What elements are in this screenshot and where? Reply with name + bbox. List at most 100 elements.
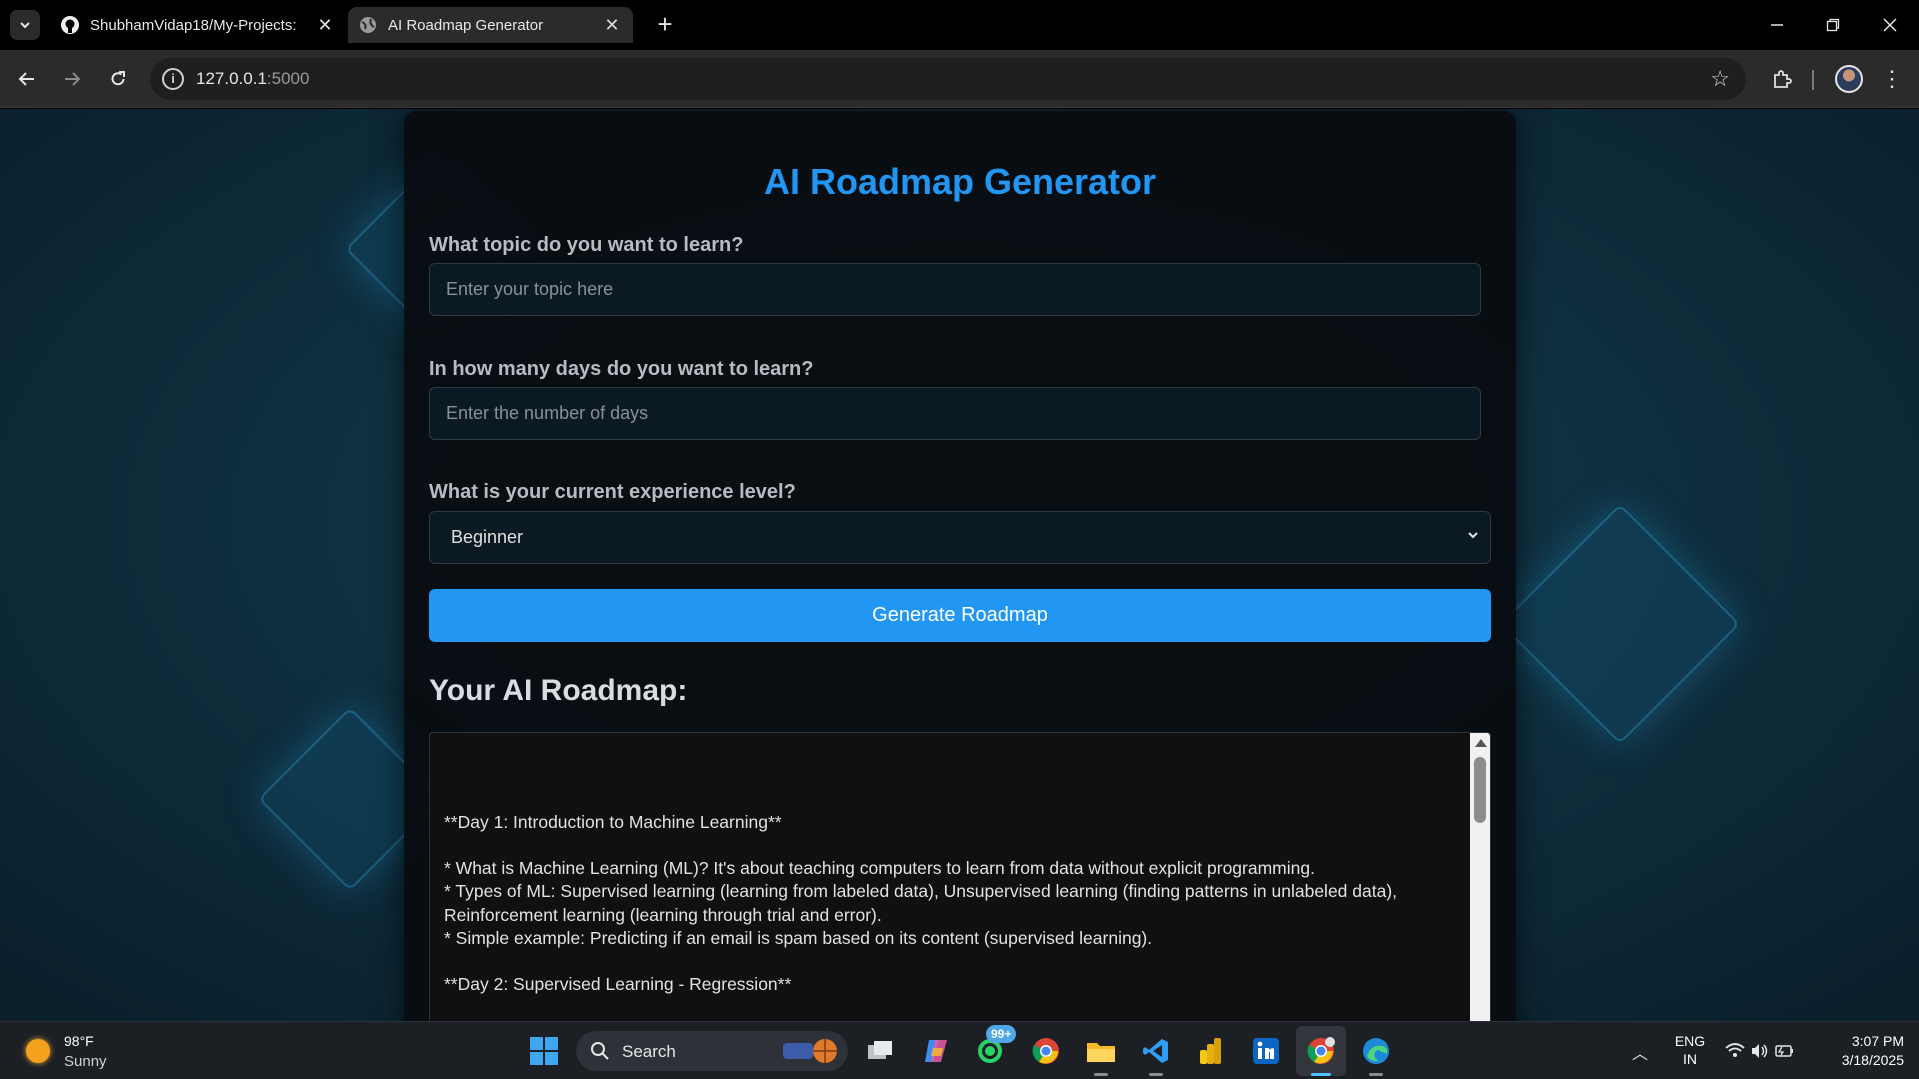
page-title: AI Roadmap Generator [763,161,1157,202]
extensions-button[interactable] [1767,64,1797,94]
wifi-icon [1725,1043,1745,1057]
file-explorer-button[interactable] [1083,1033,1119,1069]
page-viewport: AI Roadmap Generator What topic do you w… [0,109,1919,1021]
close-tab-icon[interactable]: ✕ [601,14,623,36]
new-tab-button[interactable]: + [652,11,678,38]
browser-toolbar: i 127.0.0.1:5000 ☆ ⋮ [0,50,1919,108]
close-window-button[interactable] [1873,10,1907,40]
system-clock[interactable]: 3:07 PM 3/18/2025 [1804,1032,1904,1070]
search-highlight-icon [783,1039,837,1063]
output-scrollbar[interactable] [1470,733,1490,1021]
chrome-icon [1032,1038,1059,1064]
weather-temperature: 98°F [64,1033,94,1049]
copilot-button[interactable] [918,1033,954,1069]
globe-icon [358,15,378,35]
language-code: ENG [1674,1033,1706,1049]
clock-time: 3:07 PM [1851,1033,1904,1049]
roadmap-line: **Day 1: Introduction to Machine Learnin… [444,812,782,832]
task-view-button[interactable] [862,1033,898,1069]
close-tab-icon[interactable]: ✕ [314,14,336,36]
chrome-icon [1307,1037,1335,1064]
taskbar-search[interactable]: Search [576,1031,848,1071]
powerbi-icon [1200,1038,1221,1064]
tab-github[interactable]: ShubhamVidap18/My-Projects: ✕ [50,7,346,43]
toolbar-divider [1812,70,1814,90]
background-diamond [1499,503,1741,745]
scroll-up-arrow-icon[interactable] [1475,739,1487,747]
sun-icon [26,1039,50,1063]
tab-search-button[interactable] [10,10,40,40]
selected-level: Beginner [451,527,524,547]
search-label: Search [622,1042,676,1061]
restore-button[interactable] [1816,10,1850,40]
minimize-button[interactable] [1760,10,1794,40]
edge-icon [1363,1038,1389,1064]
restore-icon [1826,18,1840,32]
copilot-icon [925,1040,947,1062]
tab-title: AI Roadmap Generator [388,16,544,34]
running-indicator [1094,1073,1108,1076]
taskbar: 98°F Sunny Search 99+ ︿ ENG IN 3:07 PM 3… [0,1021,1919,1079]
topic-label: What topic do you want to learn? [429,234,744,256]
back-button[interactable] [12,64,42,94]
roadmap-blank-line [444,950,1454,973]
chrome-button[interactable] [1028,1033,1064,1069]
chevron-down-icon [1468,532,1478,539]
system-tray-icons[interactable] [1724,1040,1794,1062]
days-input[interactable] [429,387,1481,440]
level-label: What is your current experience level? [429,481,796,503]
chevron-down-icon [20,22,30,29]
address-bar[interactable]: i 127.0.0.1:5000 ☆ [150,58,1746,100]
tab-title: ShubhamVidap18/My-Projects: [90,16,297,34]
windows-logo-icon [530,1037,558,1065]
forward-button[interactable] [57,64,87,94]
folder-icon [1087,1043,1115,1062]
roadmap-heading: Your AI Roadmap: [429,674,688,707]
powerbi-button[interactable] [1193,1033,1229,1069]
bookmark-star-icon[interactable]: ☆ [1710,66,1730,92]
tab-roadmap[interactable]: AI Roadmap Generator ✕ [348,7,633,43]
linkedin-icon [1253,1038,1279,1064]
chrome-active-button[interactable] [1303,1033,1339,1069]
notification-badge: 99+ [986,1025,1017,1043]
running-indicator [1149,1073,1163,1076]
language-indicator[interactable]: ENG IN [1674,1032,1706,1068]
vscode-button[interactable] [1138,1033,1174,1069]
battery-icon [1775,1045,1793,1057]
days-label: In how many days do you want to learn? [429,358,814,380]
scroll-thumb[interactable] [1474,757,1486,823]
minimize-icon [1771,24,1783,26]
form-card: AI Roadmap Generator What topic do you w… [404,111,1516,1021]
clock-date: 3/18/2025 [1841,1052,1904,1068]
close-icon [1883,18,1897,32]
chevron-up-icon[interactable]: ︿ [1632,1040,1648,1064]
linkedin-button[interactable] [1248,1033,1284,1069]
profile-avatar[interactable] [1835,65,1863,93]
weather-description: Sunny [64,1053,107,1070]
running-indicator [1369,1073,1383,1076]
volume-icon [1752,1044,1768,1058]
roadmap-blank-line [444,834,1454,857]
url-text[interactable]: 127.0.0.1:5000 [196,69,309,89]
vscode-icon [1143,1039,1168,1063]
reload-button[interactable] [103,64,133,94]
arrow-left-icon [18,72,34,86]
site-info-icon[interactable]: i [162,68,184,90]
roadmap-line: * Simple example: Predicting if an email… [444,927,1153,948]
topic-input[interactable] [429,263,1481,316]
experience-level-select[interactable]: Beginner [429,511,1491,564]
arrow-right-icon [65,72,81,86]
browser-tab-bar: ShubhamVidap18/My-Projects: ✕ AI Roadmap… [0,0,1919,50]
puzzle-icon [1774,70,1792,88]
roadmap-line: * Types of ML: Supervised learning (lear… [444,881,1398,925]
generate-roadmap-button[interactable]: Generate Roadmap [429,589,1491,642]
roadmap-text: **Day 1: Introduction to Machine Learnin… [444,811,1454,996]
reload-icon [111,71,125,86]
roadmap-output[interactable]: **Day 1: Introduction to Machine Learnin… [429,732,1491,1021]
roadmap-line: * What is Machine Learning (ML)? It's ab… [444,858,1315,879]
url-port: :5000 [266,69,310,88]
edge-button[interactable] [1358,1033,1394,1069]
browser-menu-icon[interactable]: ⋮ [1880,64,1904,94]
start-button[interactable] [526,1033,562,1069]
active-indicator [1311,1073,1331,1076]
